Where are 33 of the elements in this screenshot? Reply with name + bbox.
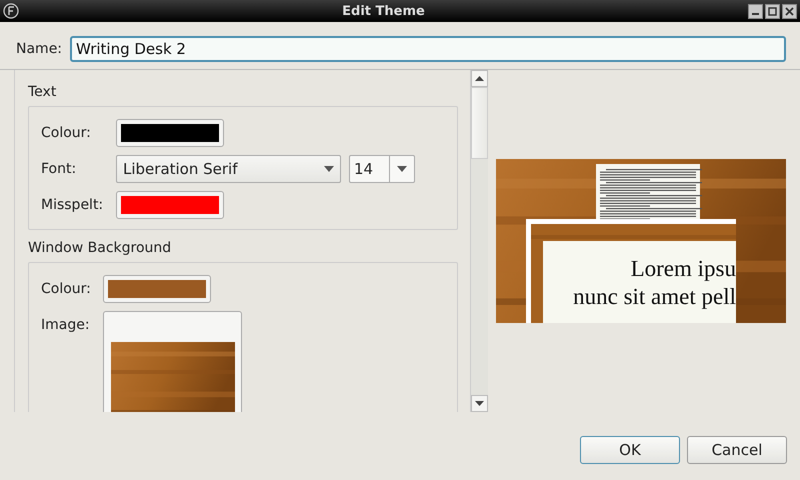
close-icon <box>785 6 794 16</box>
font-dropdown[interactable]: Liberation Serif <box>116 155 341 183</box>
image-button[interactable] <box>103 311 242 412</box>
caret-icon <box>397 166 407 172</box>
preview-text: nunc sit amet pell <box>573 283 736 311</box>
name-field[interactable]: Writing Desk 2 <box>70 36 786 62</box>
size-dropdown[interactable]: 14 <box>349 155 415 183</box>
field-label: Colour: <box>41 124 92 143</box>
section-heading: Text <box>28 84 58 100</box>
minimize-button[interactable] <box>748 4 763 18</box>
preview-text: Lorem ipsu <box>630 255 736 283</box>
field-label: Font: <box>41 160 78 179</box>
app-icon <box>3 3 19 19</box>
scrollbar[interactable] <box>470 70 488 412</box>
minimize-icon <box>752 13 759 15</box>
dialog-button[interactable]: OK <box>580 436 680 464</box>
name-label: Name: <box>16 41 62 57</box>
section-heading: Window Background <box>28 240 172 256</box>
down-arrow-icon <box>475 401 484 406</box>
field-label: Colour: <box>41 280 92 299</box>
field-label: Image: <box>41 316 91 335</box>
field-label: Misspelt: <box>41 196 104 215</box>
maximize-button[interactable] <box>765 4 780 18</box>
close-button[interactable] <box>782 4 797 18</box>
scrollbar-thumb[interactable] <box>471 87 488 159</box>
up-arrow-icon <box>475 76 484 81</box>
window-title: Edit Theme <box>341 4 426 18</box>
maximize-icon <box>768 6 777 16</box>
dialog-button[interactable]: Cancel <box>687 436 787 464</box>
scroll-down-button[interactable] <box>471 395 488 412</box>
caret-icon <box>324 166 334 172</box>
scroll-up-button[interactable] <box>471 70 488 87</box>
colour-button[interactable] <box>116 119 224 147</box>
